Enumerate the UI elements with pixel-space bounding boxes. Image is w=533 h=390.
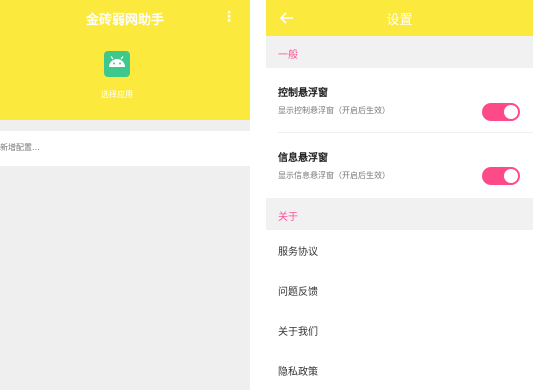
- android-icon: [104, 51, 130, 77]
- about-item-label: 问题反馈: [278, 287, 318, 298]
- control-float-toggle[interactable]: [482, 103, 520, 121]
- about-item-about-us[interactable]: 关于我们: [266, 310, 533, 350]
- setting-description: 显示信息悬浮窗（开启后生效）: [278, 171, 390, 180]
- add-config-row[interactable]: 新增配置...: [0, 131, 250, 166]
- select-app-button[interactable]: 选择应用: [0, 46, 250, 106]
- setting-title: 信息悬浮窗: [278, 153, 328, 164]
- about-item-label: 服务协议: [278, 247, 318, 258]
- toggle-knob: [504, 169, 518, 183]
- setting-info-float[interactable]: 信息悬浮窗 显示信息悬浮窗（开启后生效）: [266, 133, 533, 197]
- add-config-label: 新增配置...: [0, 143, 40, 152]
- section-header-label: 一般: [278, 50, 298, 61]
- app-title: 金砖弱网助手: [85, 13, 164, 28]
- about-item-label: 隐私政策: [278, 367, 318, 378]
- section-header-label: 关于: [278, 212, 298, 223]
- about-item-privacy-policy[interactable]: 隐私政策: [266, 350, 533, 390]
- setting-control-float[interactable]: 控制悬浮窗 显示控制悬浮窗（开启后生效）: [266, 68, 533, 132]
- settings-title: 设置: [386, 13, 413, 28]
- info-float-toggle[interactable]: [482, 167, 520, 185]
- section-header-general: 一般: [266, 36, 533, 68]
- settings-screen: 设置 一般 控制悬浮窗 显示控制悬浮窗（开启后生效） 信息悬浮窗 显示信息悬浮窗…: [266, 0, 533, 390]
- more-vert-icon[interactable]: ⋮: [221, 8, 237, 26]
- setting-title: 控制悬浮窗: [278, 88, 328, 99]
- about-item-label: 关于我们: [278, 327, 318, 338]
- section-header-about: 关于: [266, 198, 533, 230]
- main-screen: 金砖弱网助手 ⋮ 选择应用 新增配置...: [0, 0, 250, 390]
- select-app-label: 选择应用: [101, 90, 133, 99]
- app-header: 金砖弱网助手 ⋮ 选择应用: [0, 0, 250, 120]
- setting-description: 显示控制悬浮窗（开启后生效）: [278, 106, 390, 115]
- about-item-feedback[interactable]: 问题反馈: [266, 270, 533, 310]
- toggle-knob: [504, 105, 518, 119]
- about-item-service-agreement[interactable]: 服务协议: [266, 230, 533, 270]
- settings-header: 设置: [266, 0, 533, 36]
